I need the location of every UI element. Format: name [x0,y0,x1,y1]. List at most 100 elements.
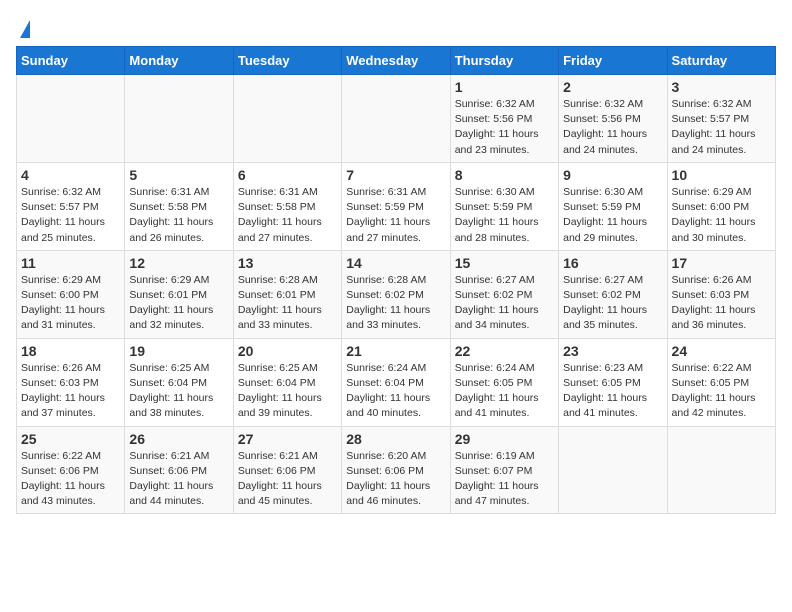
column-header-tuesday: Tuesday [233,47,341,75]
day-info: Sunrise: 6:31 AMSunset: 5:58 PMDaylight:… [238,186,322,244]
day-cell: 25 Sunrise: 6:22 AMSunset: 6:06 PMDaylig… [17,426,125,514]
day-cell: 16 Sunrise: 6:27 AMSunset: 6:02 PMDaylig… [559,250,667,338]
day-cell: 9 Sunrise: 6:30 AMSunset: 5:59 PMDayligh… [559,162,667,250]
day-cell: 7 Sunrise: 6:31 AMSunset: 5:59 PMDayligh… [342,162,450,250]
day-info: Sunrise: 6:31 AMSunset: 5:58 PMDaylight:… [129,186,213,244]
column-header-saturday: Saturday [667,47,775,75]
day-number: 3 [672,79,771,95]
day-cell: 6 Sunrise: 6:31 AMSunset: 5:58 PMDayligh… [233,162,341,250]
day-cell: 21 Sunrise: 6:24 AMSunset: 6:04 PMDaylig… [342,338,450,426]
day-cell: 4 Sunrise: 6:32 AMSunset: 5:57 PMDayligh… [17,162,125,250]
day-number: 14 [346,255,445,271]
day-info: Sunrise: 6:19 AMSunset: 6:07 PMDaylight:… [455,450,539,508]
day-info: Sunrise: 6:32 AMSunset: 5:57 PMDaylight:… [21,186,105,244]
day-info: Sunrise: 6:20 AMSunset: 6:06 PMDaylight:… [346,450,430,508]
day-number: 9 [563,167,662,183]
day-cell: 5 Sunrise: 6:31 AMSunset: 5:58 PMDayligh… [125,162,233,250]
day-cell: 2 Sunrise: 6:32 AMSunset: 5:56 PMDayligh… [559,75,667,163]
day-cell: 23 Sunrise: 6:23 AMSunset: 6:05 PMDaylig… [559,338,667,426]
day-info: Sunrise: 6:28 AMSunset: 6:02 PMDaylight:… [346,274,430,332]
day-number: 20 [238,343,337,359]
day-number: 27 [238,431,337,447]
day-info: Sunrise: 6:22 AMSunset: 6:05 PMDaylight:… [672,362,756,420]
day-number: 18 [21,343,120,359]
logo-triangle-icon [20,20,30,38]
day-number: 23 [563,343,662,359]
day-number: 22 [455,343,554,359]
day-number: 25 [21,431,120,447]
day-info: Sunrise: 6:28 AMSunset: 6:01 PMDaylight:… [238,274,322,332]
day-info: Sunrise: 6:29 AMSunset: 6:01 PMDaylight:… [129,274,213,332]
day-number: 13 [238,255,337,271]
day-number: 21 [346,343,445,359]
day-info: Sunrise: 6:31 AMSunset: 5:59 PMDaylight:… [346,186,430,244]
logo [16,16,30,38]
day-cell: 24 Sunrise: 6:22 AMSunset: 6:05 PMDaylig… [667,338,775,426]
week-row-4: 18 Sunrise: 6:26 AMSunset: 6:03 PMDaylig… [17,338,776,426]
day-number: 28 [346,431,445,447]
day-number: 19 [129,343,228,359]
day-info: Sunrise: 6:30 AMSunset: 5:59 PMDaylight:… [563,186,647,244]
day-info: Sunrise: 6:27 AMSunset: 6:02 PMDaylight:… [455,274,539,332]
day-cell: 22 Sunrise: 6:24 AMSunset: 6:05 PMDaylig… [450,338,558,426]
day-number: 8 [455,167,554,183]
day-cell [342,75,450,163]
header-row: SundayMondayTuesdayWednesdayThursdayFrid… [17,47,776,75]
day-info: Sunrise: 6:23 AMSunset: 6:05 PMDaylight:… [563,362,647,420]
day-info: Sunrise: 6:26 AMSunset: 6:03 PMDaylight:… [672,274,756,332]
day-cell [667,426,775,514]
day-cell: 12 Sunrise: 6:29 AMSunset: 6:01 PMDaylig… [125,250,233,338]
day-cell: 11 Sunrise: 6:29 AMSunset: 6:00 PMDaylig… [17,250,125,338]
day-number: 15 [455,255,554,271]
week-row-3: 11 Sunrise: 6:29 AMSunset: 6:00 PMDaylig… [17,250,776,338]
day-info: Sunrise: 6:22 AMSunset: 6:06 PMDaylight:… [21,450,105,508]
column-header-sunday: Sunday [17,47,125,75]
day-info: Sunrise: 6:26 AMSunset: 6:03 PMDaylight:… [21,362,105,420]
day-cell: 14 Sunrise: 6:28 AMSunset: 6:02 PMDaylig… [342,250,450,338]
week-row-2: 4 Sunrise: 6:32 AMSunset: 5:57 PMDayligh… [17,162,776,250]
day-cell: 10 Sunrise: 6:29 AMSunset: 6:00 PMDaylig… [667,162,775,250]
day-cell: 20 Sunrise: 6:25 AMSunset: 6:04 PMDaylig… [233,338,341,426]
day-cell: 17 Sunrise: 6:26 AMSunset: 6:03 PMDaylig… [667,250,775,338]
day-info: Sunrise: 6:24 AMSunset: 6:04 PMDaylight:… [346,362,430,420]
day-cell: 18 Sunrise: 6:26 AMSunset: 6:03 PMDaylig… [17,338,125,426]
column-header-monday: Monday [125,47,233,75]
day-cell [125,75,233,163]
day-number: 10 [672,167,771,183]
day-info: Sunrise: 6:29 AMSunset: 6:00 PMDaylight:… [21,274,105,332]
day-info: Sunrise: 6:29 AMSunset: 6:00 PMDaylight:… [672,186,756,244]
day-number: 16 [563,255,662,271]
day-cell: 19 Sunrise: 6:25 AMSunset: 6:04 PMDaylig… [125,338,233,426]
day-info: Sunrise: 6:21 AMSunset: 6:06 PMDaylight:… [238,450,322,508]
day-cell: 28 Sunrise: 6:20 AMSunset: 6:06 PMDaylig… [342,426,450,514]
day-cell: 8 Sunrise: 6:30 AMSunset: 5:59 PMDayligh… [450,162,558,250]
day-info: Sunrise: 6:30 AMSunset: 5:59 PMDaylight:… [455,186,539,244]
day-info: Sunrise: 6:25 AMSunset: 6:04 PMDaylight:… [238,362,322,420]
day-number: 12 [129,255,228,271]
day-cell: 29 Sunrise: 6:19 AMSunset: 6:07 PMDaylig… [450,426,558,514]
day-number: 4 [21,167,120,183]
day-number: 24 [672,343,771,359]
column-header-wednesday: Wednesday [342,47,450,75]
day-number: 26 [129,431,228,447]
day-number: 11 [21,255,120,271]
day-number: 6 [238,167,337,183]
day-info: Sunrise: 6:21 AMSunset: 6:06 PMDaylight:… [129,450,213,508]
day-number: 29 [455,431,554,447]
day-number: 7 [346,167,445,183]
day-number: 1 [455,79,554,95]
week-row-5: 25 Sunrise: 6:22 AMSunset: 6:06 PMDaylig… [17,426,776,514]
day-cell: 27 Sunrise: 6:21 AMSunset: 6:06 PMDaylig… [233,426,341,514]
header [16,16,776,38]
day-number: 5 [129,167,228,183]
day-cell: 3 Sunrise: 6:32 AMSunset: 5:57 PMDayligh… [667,75,775,163]
column-header-thursday: Thursday [450,47,558,75]
day-cell: 26 Sunrise: 6:21 AMSunset: 6:06 PMDaylig… [125,426,233,514]
day-info: Sunrise: 6:32 AMSunset: 5:57 PMDaylight:… [672,98,756,156]
week-row-1: 1 Sunrise: 6:32 AMSunset: 5:56 PMDayligh… [17,75,776,163]
day-info: Sunrise: 6:32 AMSunset: 5:56 PMDaylight:… [455,98,539,156]
day-cell: 13 Sunrise: 6:28 AMSunset: 6:01 PMDaylig… [233,250,341,338]
day-cell [559,426,667,514]
day-info: Sunrise: 6:32 AMSunset: 5:56 PMDaylight:… [563,98,647,156]
day-number: 17 [672,255,771,271]
